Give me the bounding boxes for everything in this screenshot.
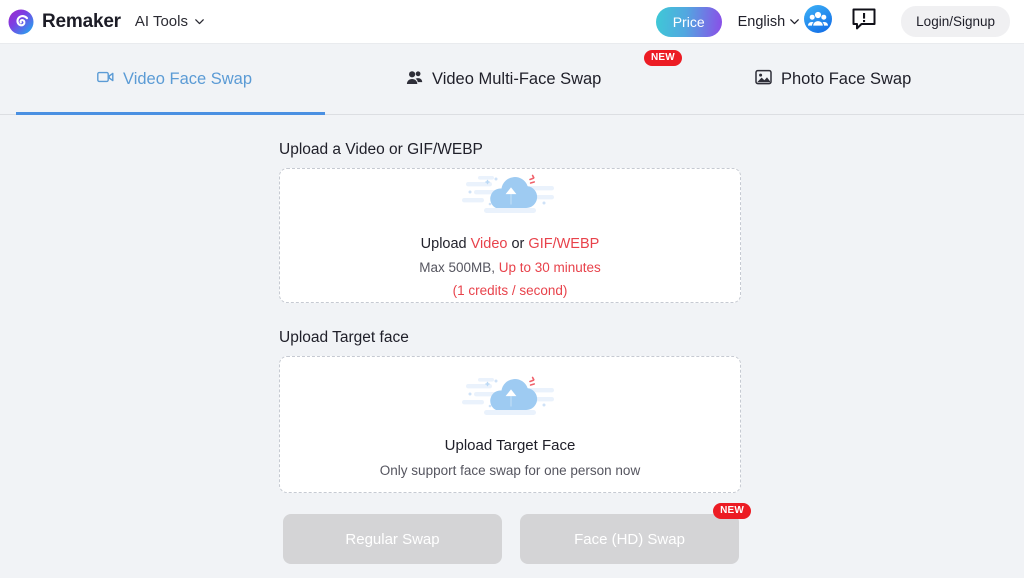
video-upload-limits: Max 500MB, Up to 30 minutes [419, 256, 601, 279]
brand-logo-link[interactable]: Remaker [8, 9, 121, 35]
feedback-speech-bubble-icon[interactable] [849, 4, 879, 39]
video-section-title: Upload a Video or GIF/WEBP [279, 141, 741, 159]
tab-label: Photo Face Swap [781, 70, 911, 89]
tab-bar: Video Face Swap Video Multi-Face Swap NE… [0, 44, 1024, 115]
ai-tools-label: AI Tools [135, 13, 188, 30]
login-signup-button[interactable]: Login/Signup [901, 6, 1010, 37]
chevron-down-icon [788, 15, 801, 28]
app-header: Remaker AI Tools Price English [0, 0, 1024, 44]
target-face-prompt: Upload Target Face [445, 437, 576, 454]
regular-swap-button[interactable]: Regular Swap [283, 514, 502, 564]
swap-action-bar: Regular Swap Face (HD) Swap NEW [283, 514, 1024, 564]
tab-label: Video Face Swap [123, 70, 252, 89]
main-content: Upload a Video or GIF/WEBP [0, 141, 1024, 564]
limit-duration: Up to 30 minutes [499, 260, 601, 275]
target-face-upload-dropzone[interactable]: Upload Target Face Only support face swa… [279, 356, 741, 493]
price-button[interactable]: Price [656, 7, 722, 37]
hd-swap-new-badge: NEW [713, 503, 751, 519]
prompt-or: or [507, 236, 528, 252]
community-group-icon[interactable] [803, 4, 833, 39]
remaker-spiral-logo-icon [8, 9, 34, 35]
tab-video-multi-face-swap[interactable]: Video Multi-Face Swap NEW [406, 44, 601, 115]
cloud-upload-icon [460, 372, 560, 431]
face-hd-swap-button[interactable]: Face (HD) Swap [520, 514, 739, 564]
ai-tools-menu[interactable]: AI Tools [135, 13, 206, 30]
face-section-title: Upload Target face [279, 329, 741, 347]
tab-video-face-swap[interactable]: Video Face Swap [97, 44, 252, 115]
language-label: English [738, 14, 786, 30]
video-upload-dropzone[interactable]: Upload Video or GIF/WEBP Max 500MB, Up t… [279, 168, 741, 303]
video-upload-prompt: Upload Video or GIF/WEBP [421, 233, 600, 256]
hd-swap-button-wrapper: Face (HD) Swap NEW [520, 514, 739, 564]
tab-photo-face-swap[interactable]: Photo Face Swap [755, 44, 911, 115]
language-selector[interactable]: English [738, 14, 802, 30]
upload-panel: Upload a Video or GIF/WEBP [279, 141, 741, 493]
chevron-down-icon [193, 15, 206, 28]
brand-name: Remaker [42, 11, 121, 33]
prompt-prefix: Upload [421, 236, 471, 252]
tab-new-badge: NEW [644, 50, 682, 66]
video-camera-icon [97, 70, 114, 89]
prompt-video-type: Video [471, 236, 508, 252]
video-credits-note: (1 credits / second) [453, 279, 568, 302]
header-actions: Price English [656, 4, 1010, 39]
prompt-gif-type: GIF/WEBP [528, 236, 599, 252]
limit-size: Max 500MB, [419, 260, 499, 275]
people-icon [406, 70, 423, 90]
active-tab-underline [16, 112, 325, 115]
cloud-upload-icon [460, 170, 560, 229]
tab-label: Video Multi-Face Swap [432, 70, 601, 89]
target-face-note: Only support face swap for one person no… [380, 463, 640, 478]
image-icon [755, 69, 772, 90]
